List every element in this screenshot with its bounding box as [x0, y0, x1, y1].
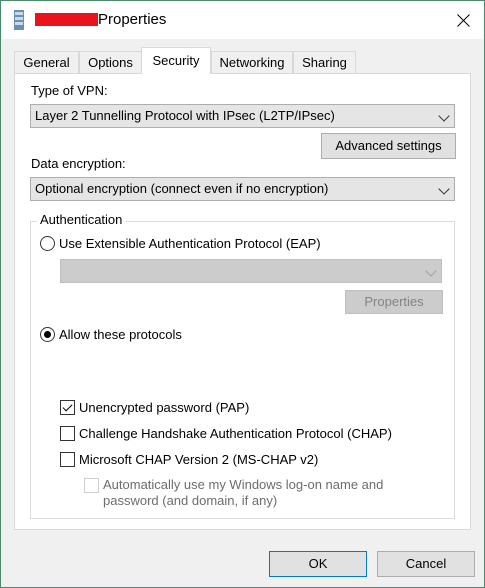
auto-logon-label-line2[interactable]: password (and domain, if any) — [103, 493, 277, 508]
tab-general[interactable]: General — [14, 51, 79, 73]
vpn-type-value: Layer 2 Tunnelling Protocol with IPsec (… — [35, 108, 335, 123]
tab-options[interactable]: Options — [79, 51, 142, 73]
mschapv2-checkbox[interactable] — [60, 452, 75, 467]
chevron-down-icon — [438, 110, 450, 122]
eap-radio-label[interactable]: Use Extensible Authentication Protocol (… — [59, 236, 321, 251]
vpn-connection-icon — [14, 10, 24, 30]
tab-security[interactable]: Security — [141, 47, 211, 74]
auto-logon-checkbox[interactable] — [84, 478, 99, 493]
data-encryption-label: Data encryption: — [31, 156, 126, 171]
mschapv2-label[interactable]: Microsoft CHAP Version 2 (MS-CHAP v2) — [79, 452, 318, 467]
redacted-connection-name — [35, 13, 98, 26]
cancel-button[interactable]: Cancel — [377, 551, 475, 577]
title-bar: Properties — [1, 1, 484, 39]
vpn-type-label: Type of VPN: — [31, 83, 108, 98]
pap-checkbox[interactable] — [60, 400, 75, 415]
allow-protocols-label[interactable]: Allow these protocols — [59, 327, 182, 342]
allow-protocols-radio[interactable] — [40, 327, 55, 342]
tab-sharing[interactable]: Sharing — [293, 51, 356, 73]
ok-button[interactable]: OK — [269, 551, 367, 577]
authentication-group-label: Authentication — [37, 212, 126, 227]
advanced-settings-button[interactable]: Advanced settings — [321, 133, 456, 159]
auto-logon-label-line1[interactable]: Automatically use my Windows log-on name… — [103, 477, 383, 492]
tab-networking[interactable]: Networking — [211, 51, 293, 73]
close-icon[interactable] — [449, 5, 479, 35]
chap-checkbox[interactable] — [60, 426, 75, 441]
chap-label[interactable]: Challenge Handshake Authentication Proto… — [79, 426, 392, 441]
eap-method-select[interactable] — [60, 259, 442, 283]
eap-properties-button[interactable]: Properties — [345, 290, 443, 314]
data-encryption-value: Optional encryption (connect even if no … — [35, 181, 329, 196]
properties-dialog: Properties General Options Security Netw… — [0, 0, 485, 588]
pap-label[interactable]: Unencrypted password (PAP) — [79, 400, 249, 415]
window-title: Properties — [98, 11, 167, 28]
eap-radio[interactable] — [40, 236, 55, 251]
chevron-down-icon — [425, 265, 437, 277]
chevron-down-icon — [438, 183, 450, 195]
vpn-type-select[interactable]: Layer 2 Tunnelling Protocol with IPsec (… — [30, 104, 455, 128]
data-encryption-select[interactable]: Optional encryption (connect even if no … — [30, 177, 455, 201]
